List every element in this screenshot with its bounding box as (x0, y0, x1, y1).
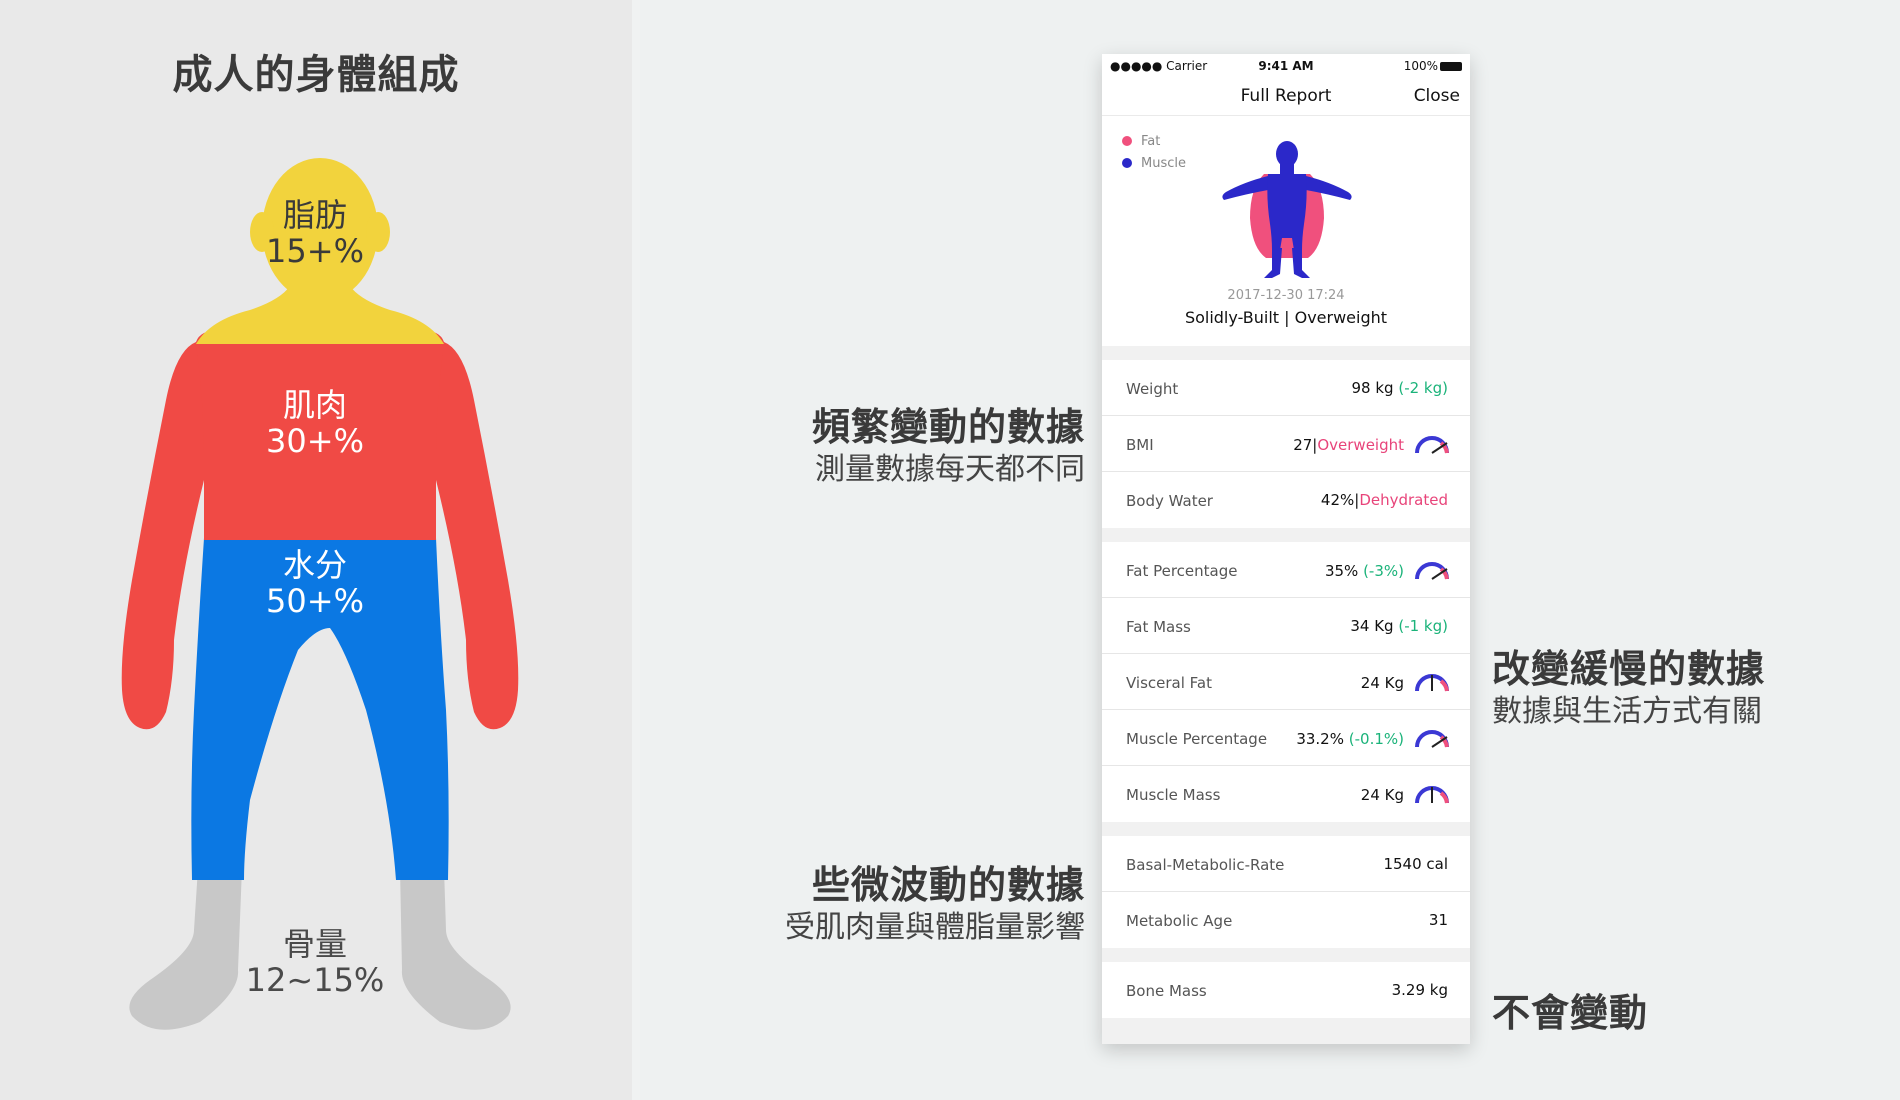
frequent-metrics-group: Weight 98 kg (-2 kg) BMI 27 | Overweight… (1102, 360, 1470, 528)
metric-value: 98 kg (-2 kg) (1351, 379, 1449, 397)
metric-label: Weight (1126, 380, 1179, 398)
metric-row-weight[interactable]: Weight 98 kg (-2 kg) (1102, 360, 1470, 416)
metric-value: 27 | Overweight (1293, 435, 1450, 455)
static-metrics-group: Bone Mass 3.29 kg (1102, 962, 1470, 1018)
metric-value: 42% | Dehydrated (1320, 491, 1448, 509)
metric-value: 3.29 kg (1391, 981, 1448, 999)
body-silhouette (1222, 141, 1352, 278)
phone-screen: ●●●●● Carrier 9:41 AM 100% Full Report C… (1102, 54, 1470, 1044)
legend-fat-label: Fat (1141, 133, 1161, 149)
metric-row-visceral-fat[interactable]: Visceral Fat 24 Kg (1102, 654, 1470, 710)
metric-row-bmr[interactable]: Basal-Metabolic-Rate 1540 cal (1102, 836, 1470, 892)
muscle-legend-dot (1122, 158, 1132, 168)
annotation-slight: 些微波動的數據 受肌肉量與體脂量影響 (785, 863, 1085, 945)
nav-bar: Full Report Close (1102, 76, 1470, 116)
metric-row-fat-percentage[interactable]: Fat Percentage 35% (-3%) (1102, 542, 1470, 598)
gauge-icon (1415, 436, 1449, 454)
metric-value: 33.2% (-0.1%) (1296, 729, 1450, 749)
metric-label: BMI (1126, 436, 1154, 454)
metric-label: Bone Mass (1126, 982, 1207, 1000)
metric-row-bmi[interactable]: BMI 27 | Overweight (1102, 416, 1470, 472)
metric-label: Visceral Fat (1126, 674, 1213, 692)
figure-legend: Fat Muscle (1122, 130, 1186, 174)
water-label: 水分 50+% (266, 546, 364, 620)
metric-value: 35% (-3%) (1325, 561, 1450, 581)
metric-value: 24 Kg (1361, 785, 1450, 805)
gauge-icon (1415, 562, 1449, 580)
metric-value: 31 (1428, 911, 1448, 929)
metric-label: Fat Mass (1126, 618, 1191, 636)
metric-label: Metabolic Age (1126, 912, 1233, 930)
body-type-status: Solidly-Built | Overweight (1184, 308, 1388, 327)
gauge-icon (1415, 786, 1449, 804)
annotation-none: 不會變動 (1492, 991, 1649, 1035)
battery-indicator: 100% (1404, 59, 1462, 73)
body-report-hero: Fat Muscle 2017-12-30 17:24 Solidly-Buil… (1102, 116, 1470, 346)
battery-icon (1440, 62, 1462, 71)
metric-row-muscle-mass[interactable]: Muscle Mass 24 Kg (1102, 766, 1470, 822)
metric-row-body-water[interactable]: Body Water 42% | Dehydrated (1102, 472, 1470, 528)
slow-metrics-group: Fat Percentage 35% (-3%) Fat Mass 34 Kg … (1102, 542, 1470, 822)
fat-legend-dot (1122, 136, 1132, 146)
metric-row-muscle-percentage[interactable]: Muscle Percentage 33.2% (-0.1%) (1102, 710, 1470, 766)
metric-value: 1540 cal (1383, 855, 1448, 873)
metric-value: 24 Kg (1361, 673, 1450, 693)
status-bar: ●●●●● Carrier 9:41 AM 100% (1102, 54, 1470, 76)
metric-label: Muscle Mass (1126, 786, 1221, 804)
body-composition-panel: 成人的身體組成 脂肪 15+% 肌肉 30+% 水分 50+% 骨量 12~15% (0, 0, 632, 1100)
report-timestamp: 2017-12-30 17:24 (1227, 288, 1345, 303)
slight-metrics-group: Basal-Metabolic-Rate 1540 cal Metabolic … (1102, 836, 1470, 948)
metric-label: Body Water (1126, 492, 1213, 510)
metric-label: Fat Percentage (1126, 562, 1238, 580)
metric-row-fat-mass[interactable]: Fat Mass 34 Kg (-1 kg) (1102, 598, 1470, 654)
panel-title: 成人的身體組成 (172, 52, 460, 98)
metric-row-metabolic-age[interactable]: Metabolic Age 31 (1102, 892, 1470, 948)
metric-row-bone-mass[interactable]: Bone Mass 3.29 kg (1102, 962, 1470, 1018)
muscle-label: 肌肉 30+% (266, 386, 364, 460)
fat-label: 脂肪 15+% (266, 196, 364, 270)
bone-region-right (400, 868, 511, 1030)
metric-label: Muscle Percentage (1126, 730, 1268, 748)
gauge-icon (1415, 674, 1449, 692)
metric-label: Basal-Metabolic-Rate (1126, 856, 1285, 874)
gauge-icon (1415, 730, 1449, 748)
bone-label: 骨量 12~15% (245, 925, 385, 999)
metric-value: 34 Kg (-1 kg) (1350, 617, 1448, 635)
annotation-frequent: 頻繁變動的數據 測量數據每天都不同 (811, 405, 1085, 487)
annotation-slow: 改變緩慢的數據 數據與生活方式有關 (1492, 647, 1766, 729)
legend-muscle-label: Muscle (1141, 155, 1186, 171)
close-button[interactable]: Close (1414, 86, 1460, 106)
